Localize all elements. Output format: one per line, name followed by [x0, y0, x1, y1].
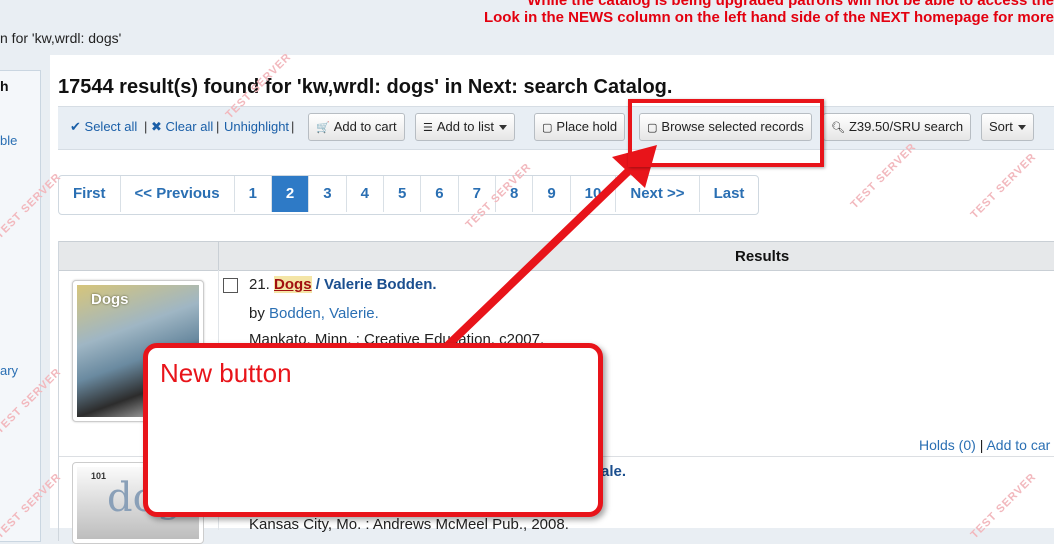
- chevron-down-icon: [498, 125, 507, 131]
- pagination-page[interactable]: 4: [347, 176, 384, 212]
- pagination-last[interactable]: Last: [700, 176, 759, 212]
- toolbar-separator: |: [216, 119, 220, 134]
- record-title-rest[interactable]: / Valerie Bodden.: [316, 276, 437, 293]
- holds-link[interactable]: Holds (0): [919, 437, 976, 453]
- results-column-header: Results: [735, 248, 790, 265]
- record-title: 21. Dogs / Valerie Bodden.: [249, 276, 437, 293]
- toolbar-separator: |: [144, 119, 148, 134]
- place-hold-label: Place hold: [556, 119, 618, 134]
- annotation-callout: New button: [143, 343, 603, 517]
- results-toolbar: ✔ Select all | ✖ Clear all | Unhighlight…: [58, 106, 1054, 150]
- results-count-title: 17544 result(s) found for 'kw,wrdl: dogs…: [58, 76, 673, 98]
- clear-all-link[interactable]: ✖ Clear all: [151, 119, 213, 135]
- z3950-search-button[interactable]: 🔍︎ Z39.50/SRU search: [823, 113, 972, 141]
- annotation-highlight-box: [628, 99, 824, 167]
- sidebar-link-2[interactable]: ary: [0, 363, 18, 378]
- record-checkbox[interactable]: [223, 278, 238, 293]
- sort-label: Sort: [989, 119, 1013, 134]
- pagination-page[interactable]: 10: [571, 176, 617, 212]
- record-publication: Kansas City, Mo. : Andrews McMeel Pub., …: [249, 516, 569, 533]
- toolbar-separator: |: [291, 119, 295, 134]
- banner-line-2: Look in the NEWS column on the left hand…: [483, 9, 1054, 26]
- select-all-link[interactable]: ✔ Select all: [70, 119, 137, 135]
- pagination-page[interactable]: 5: [384, 176, 422, 212]
- record-title-link[interactable]: Dogs: [274, 276, 312, 293]
- record-author: by Bodden, Valerie.: [249, 305, 379, 322]
- upgrade-notice-banner: While the catalog is being upgraded patr…: [334, 0, 1054, 34]
- cover-title: 101: [91, 471, 107, 481]
- pagination-page[interactable]: 1: [235, 176, 272, 212]
- pagination-page[interactable]: 7: [459, 176, 496, 212]
- banner-line-1: While the catalog is being upgraded patr…: [527, 0, 1054, 9]
- record-actions: Holds (0) | Add to car: [919, 437, 1050, 453]
- search-icon: 🔍︎: [831, 122, 845, 134]
- cart-icon: 🛒: [316, 122, 330, 134]
- pagination-page[interactable]: 3: [309, 176, 347, 212]
- pagination-previous[interactable]: << Previous: [121, 176, 235, 212]
- results-table-header: Results: [59, 241, 1054, 271]
- place-hold-button[interactable]: ▢ Place hold: [534, 113, 626, 141]
- select-all-label: Select all: [84, 119, 138, 134]
- sidebar-heading: h: [0, 78, 9, 94]
- pagination-page[interactable]: 9: [533, 176, 571, 212]
- breadcrumb: n for 'kw,wrdl: dogs': [0, 30, 122, 46]
- add-to-list-label: Add to list: [436, 119, 494, 134]
- z3950-label: Z39.50/SRU search: [848, 119, 964, 134]
- actions-separator: |: [979, 437, 984, 453]
- record-number: 21.: [249, 276, 270, 293]
- pagination-page[interactable]: 8: [496, 176, 534, 212]
- check-icon: ✔: [70, 119, 81, 134]
- clear-all-label: Clear all: [165, 119, 214, 134]
- record-author-link[interactable]: Bodden, Valerie.: [269, 305, 379, 322]
- callout-text: New button: [160, 358, 292, 388]
- cover-title: Dogs: [91, 291, 129, 308]
- close-icon: ✖: [151, 119, 162, 134]
- pagination-next[interactable]: Next >>: [616, 176, 700, 212]
- record-by-label: by: [249, 305, 265, 322]
- record-title-link[interactable]: ale.: [601, 463, 626, 480]
- pagination: First << Previous 1 2 3 4 5 6 7 8 9 10 N…: [58, 175, 760, 215]
- add-to-cart-button[interactable]: 🛒 Add to cart: [308, 113, 405, 141]
- column-divider: [218, 242, 219, 270]
- pagination-page[interactable]: 6: [421, 176, 459, 212]
- sort-button[interactable]: Sort: [981, 113, 1034, 141]
- add-to-cart-label: Add to cart: [333, 119, 397, 134]
- unhighlight-link[interactable]: Unhighlight: [224, 119, 289, 134]
- facets-sidebar: h ble ary: [0, 70, 41, 542]
- pagination-first[interactable]: First: [59, 176, 121, 212]
- add-to-list-button[interactable]: ☰ Add to list: [415, 113, 515, 141]
- sidebar-link-1[interactable]: ble: [0, 133, 17, 148]
- bookmark-icon: ▢: [542, 122, 553, 134]
- record-add-to-cart-link[interactable]: Add to car: [986, 437, 1050, 453]
- list-icon: ☰: [423, 122, 433, 134]
- pagination-page-current[interactable]: 2: [271, 176, 310, 212]
- chevron-down-icon: [1017, 125, 1026, 131]
